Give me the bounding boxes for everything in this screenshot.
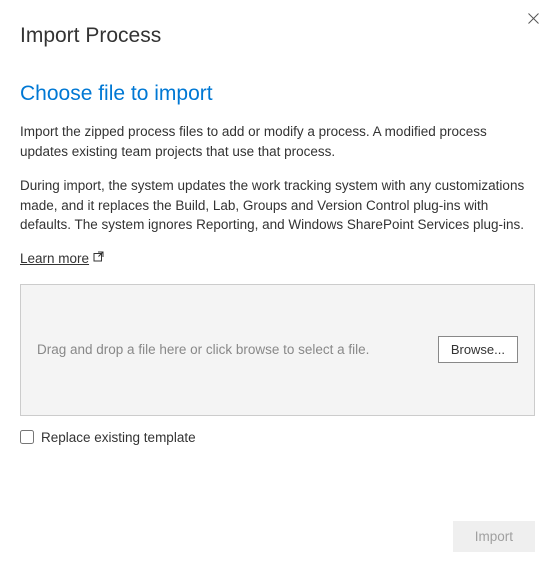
file-dropzone[interactable]: Drag and drop a file here or click brows… — [20, 284, 535, 416]
replace-template-checkbox[interactable] — [20, 430, 34, 444]
close-button[interactable] — [523, 8, 543, 28]
learn-more-link[interactable]: Learn more — [20, 251, 104, 266]
replace-template-label: Replace existing template — [41, 430, 196, 445]
import-button[interactable]: Import — [453, 521, 535, 552]
dialog-title: Import Process — [0, 0, 555, 48]
browse-button[interactable]: Browse... — [438, 336, 518, 363]
description-paragraph-1: Import the zipped process files to add o… — [20, 122, 535, 161]
external-link-icon — [93, 251, 104, 265]
description-paragraph-2: During import, the system updates the wo… — [20, 176, 535, 235]
close-icon — [528, 13, 539, 24]
dropzone-placeholder: Drag and drop a file here or click brows… — [37, 342, 369, 357]
replace-template-option[interactable]: Replace existing template — [20, 430, 535, 445]
section-heading: Choose file to import — [20, 82, 535, 106]
learn-more-label: Learn more — [20, 251, 89, 266]
